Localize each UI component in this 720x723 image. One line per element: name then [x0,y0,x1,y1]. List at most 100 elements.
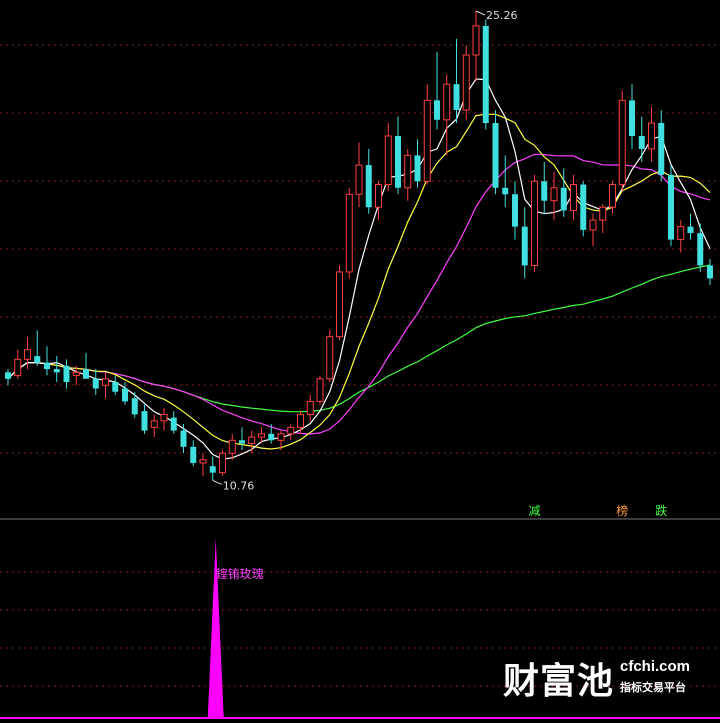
candle [423,84,431,185]
candle-body [482,25,489,124]
candle-body [268,433,275,441]
candle-body [550,187,558,202]
candle [34,330,41,366]
candle-body [336,271,343,338]
candle [658,110,665,182]
candle-body [531,180,538,266]
signal-label: 榜 [616,503,628,518]
candle-body [34,356,41,363]
candle [580,181,587,237]
candle [648,106,655,162]
candle-body [160,413,168,422]
signal-label: 减 [529,504,541,518]
signal-spike-label: 鍠铕玫瑰 [216,566,264,581]
candle-body [345,193,353,273]
candle [63,359,70,389]
candle [209,456,216,481]
candle-body [365,165,372,208]
candle-body [180,430,187,447]
candle [239,427,245,451]
candle [472,11,480,81]
candle [326,330,334,383]
candle-body [512,194,518,227]
candle [336,265,343,340]
candle-body [395,135,401,188]
watermark-brand: 财富池 [503,661,615,702]
candle-body [462,54,470,111]
candle [355,142,363,208]
candle-body [112,382,119,392]
candle-body [258,433,265,438]
price-grid [0,44,720,520]
candle [160,407,168,431]
candle [150,414,158,438]
candle-body [122,388,128,402]
candle [482,19,489,130]
candle-body [44,362,50,370]
candle [316,375,324,405]
candle-body [589,219,597,231]
candle-body [629,100,635,136]
candle-body [228,439,236,454]
candle [180,424,187,454]
candle-body [414,155,421,182]
candle-body [687,226,694,234]
signal-label: 跌 [655,503,667,518]
candle [395,116,401,195]
candle [5,369,11,386]
candle [687,213,694,240]
candle-body [150,420,158,428]
candle-body [570,184,577,211]
candle [541,161,548,214]
candle [365,148,372,214]
candle-body [443,83,451,121]
candle-body [355,164,363,195]
candle-body [83,369,89,379]
candle [92,369,99,395]
candle [638,116,645,162]
candle [502,155,509,208]
candle [434,51,440,130]
candle-body [248,436,256,445]
ma5-line [7,78,711,460]
candle [697,223,704,272]
candle-body [326,336,334,380]
candle-body [472,25,480,56]
candle [44,346,50,376]
candle [83,352,89,379]
candle [609,181,616,214]
candle-body [316,378,324,402]
candle [102,372,109,399]
candle-body [170,417,177,431]
candle-body [658,123,665,175]
candle-body [190,446,197,463]
min-pointer [212,479,222,485]
candle-body [287,426,295,435]
candle-body [219,452,226,474]
candle-body [648,122,655,150]
candle-body [434,100,440,120]
candle [618,90,626,192]
candle [589,213,597,247]
candle-body [239,440,245,444]
candle-body [453,84,460,111]
candle [629,84,635,149]
candle-body [697,233,704,266]
candle [131,391,138,418]
candlesticks [5,11,713,481]
candle [453,38,460,124]
candle [219,450,226,476]
candle [531,174,538,272]
candle [521,207,528,279]
moving-average-lines [7,78,711,460]
candle [14,349,22,379]
candle [668,165,674,247]
candle-body [72,371,80,377]
candle-body [541,181,548,201]
candle-body [131,398,138,415]
candle [53,356,60,383]
candle-body [14,358,22,377]
candle-body [580,184,587,230]
candle-body [492,123,499,188]
candle [677,220,685,253]
